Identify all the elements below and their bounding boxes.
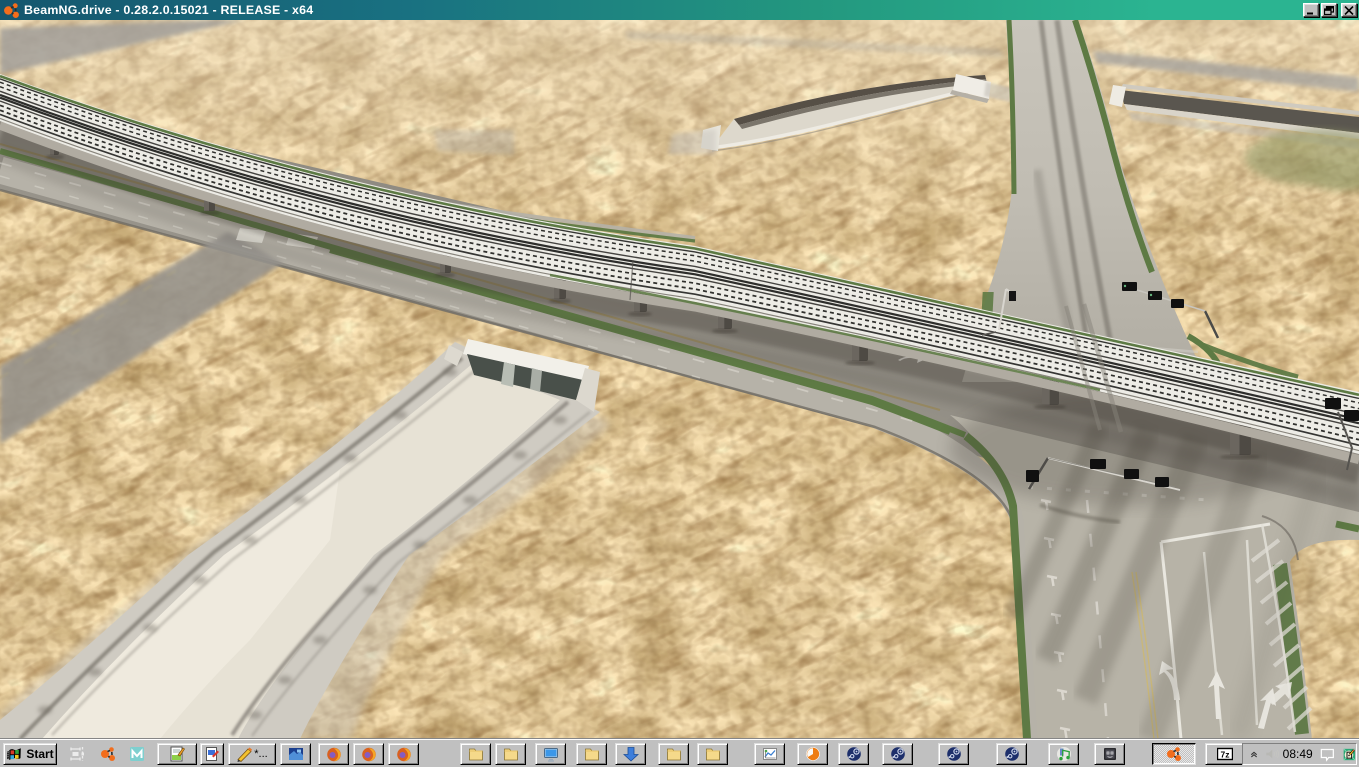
svg-text:7z: 7z <box>1220 750 1229 760</box>
